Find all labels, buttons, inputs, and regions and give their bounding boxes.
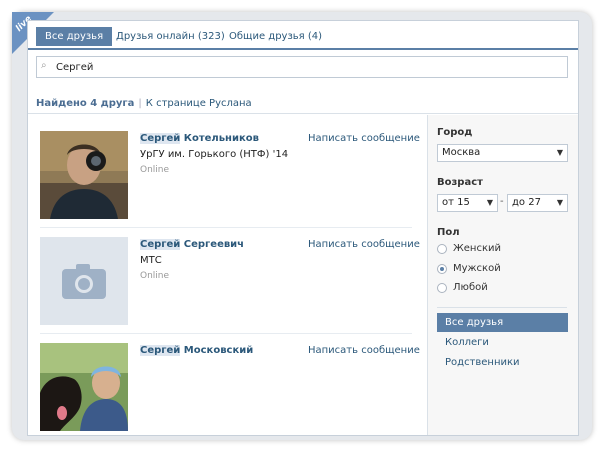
- city-value: Москва: [442, 147, 481, 158]
- friend-first-name: Сергей: [140, 345, 181, 356]
- friend-info: МТС: [140, 255, 162, 266]
- age-to-select[interactable]: до 27 ▼: [507, 194, 568, 212]
- friend-row: Сергей Сергеевич МТС Online Написать соо…: [40, 237, 420, 325]
- age-to-value: до 27: [512, 197, 541, 208]
- friend-row: Сергей Московский Написать сообщение: [40, 343, 420, 431]
- tabs-bar: Все друзья Друзья онлайн (323) Общие дру…: [28, 21, 578, 50]
- radio-circle-selected: [437, 264, 447, 274]
- friend-status: Online: [140, 271, 170, 281]
- friend-row: Сергей Котельников УрГУ им. Горького (НТ…: [40, 131, 420, 219]
- age-from-select[interactable]: от 15 ▼: [437, 194, 498, 212]
- city-select[interactable]: Москва ▼: [437, 144, 568, 162]
- row-divider: [40, 227, 412, 228]
- friend-status: Online: [140, 165, 170, 175]
- category-relatives[interactable]: Родственники: [437, 353, 568, 372]
- age-separator: -: [500, 196, 504, 207]
- tab-mutual-friends[interactable]: Общие друзья (4): [220, 27, 331, 46]
- tab-all-friends[interactable]: Все друзья: [36, 27, 113, 46]
- results-summary: Найдено 4 друга | К странице Руслана: [28, 94, 578, 114]
- sex-label: Пол: [437, 227, 460, 238]
- category-all-friends[interactable]: Все друзья: [437, 313, 568, 332]
- age-from-value: от 15: [442, 197, 470, 208]
- tab-friends-online[interactable]: Друзья онлайн (323): [107, 27, 234, 46]
- write-message-link[interactable]: Написать сообщение: [308, 345, 420, 356]
- radio-circle: [437, 244, 447, 254]
- friend-last-name: Котельников: [183, 133, 259, 144]
- friend-photo[interactable]: [40, 131, 128, 219]
- category-colleagues[interactable]: Коллеги: [437, 333, 568, 352]
- friend-photo-placeholder[interactable]: [40, 237, 128, 325]
- search-input[interactable]: [54, 58, 558, 76]
- write-message-link[interactable]: Написать сообщение: [308, 239, 420, 250]
- chevron-down-icon: ▼: [486, 198, 493, 207]
- search-icon: ⌕: [41, 60, 47, 71]
- city-label: Город: [437, 127, 473, 138]
- friend-photo[interactable]: [40, 343, 128, 431]
- friends-window: Все друзья Друзья онлайн (323) Общие дру…: [27, 20, 579, 436]
- radio-label: Мужской: [453, 263, 501, 274]
- filters-divider: [437, 307, 567, 308]
- friend-name[interactable]: Сергей Котельников: [140, 133, 259, 144]
- results-count: Найдено 4 друга: [36, 98, 135, 109]
- chevron-down-icon: ▼: [556, 198, 563, 207]
- write-message-link[interactable]: Написать сообщение: [308, 133, 420, 144]
- filters-panel: Город Москва ▼ Возраст от 15 ▼ - до 27 ▼…: [427, 115, 578, 435]
- friend-last-name: Московский: [183, 345, 254, 356]
- chevron-down-icon: ▼: [556, 148, 563, 157]
- friend-last-name: Сергеевич: [183, 239, 245, 250]
- age-label: Возраст: [437, 177, 483, 188]
- radio-label: Женский: [453, 243, 501, 254]
- summary-separator: |: [138, 98, 142, 109]
- friend-name[interactable]: Сергей Сергеевич: [140, 239, 244, 250]
- friend-first-name: Сергей: [140, 133, 181, 144]
- friend-first-name: Сергей: [140, 239, 181, 250]
- friend-name[interactable]: Сергей Московский: [140, 345, 253, 356]
- back-to-profile-link[interactable]: К странице Руслана: [146, 98, 252, 109]
- radio-label: Любой: [453, 282, 488, 293]
- radio-circle: [437, 283, 447, 293]
- search-box: ⌕: [36, 56, 568, 78]
- friend-info: УрГУ им. Горького (НТФ) '14: [140, 149, 289, 160]
- row-divider: [40, 333, 412, 334]
